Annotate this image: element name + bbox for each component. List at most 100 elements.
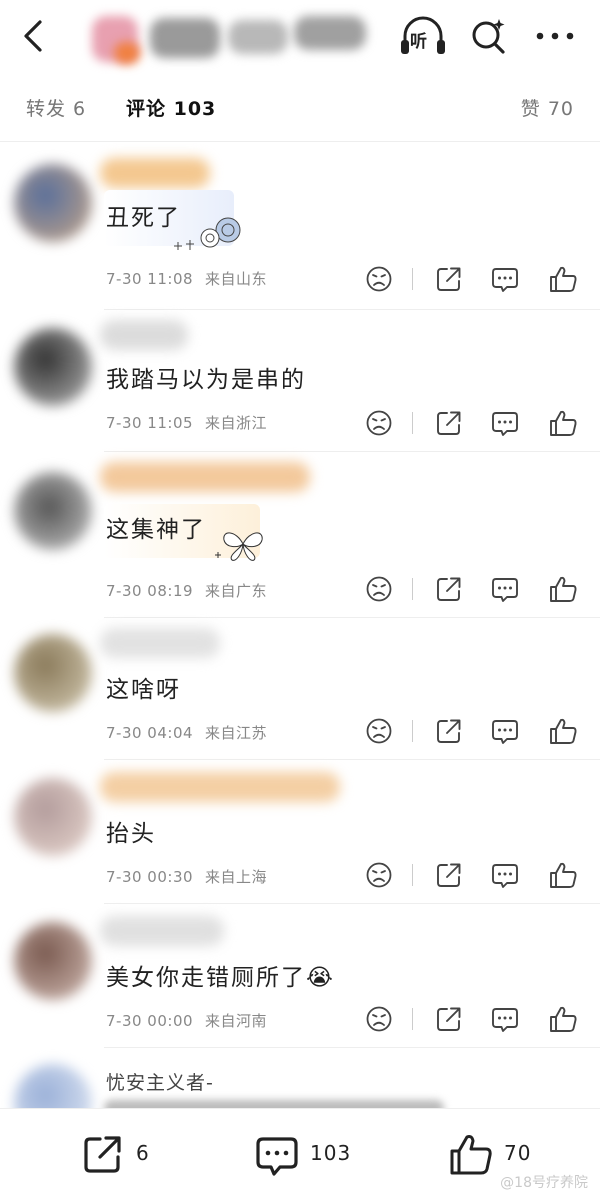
comment-button[interactable]: 103 xyxy=(254,1131,374,1179)
tab-repost[interactable]: 转发 6 xyxy=(26,94,86,121)
comment-meta: 7-30 04:04 来自江苏 xyxy=(106,722,267,743)
reply-button[interactable] xyxy=(490,860,520,890)
thumbs-up-icon xyxy=(550,1006,577,1032)
tab-comment[interactable]: 评论 103 xyxy=(126,94,216,121)
blurred-comment-text xyxy=(104,1100,444,1108)
comment-icon xyxy=(492,412,518,436)
avatar[interactable] xyxy=(14,164,92,242)
comment-location: 来自广东 xyxy=(205,582,268,600)
comment-item: 丑死了 7-30 11:08 来自山东 xyxy=(0,142,600,310)
thumbs-up-icon xyxy=(550,410,577,436)
dislike-button[interactable] xyxy=(364,264,394,294)
blurred-username[interactable] xyxy=(100,916,224,946)
like-button[interactable] xyxy=(548,264,578,294)
more-button[interactable] xyxy=(530,18,580,54)
frown-face-icon xyxy=(366,576,392,602)
bottom-action-bar: 6 103 70 @18号疗养院 xyxy=(0,1108,600,1202)
comment-item: 美女你走错厕所了😭 7-30 00:00 来自河南 xyxy=(0,904,600,1048)
avatar[interactable] xyxy=(14,1064,92,1108)
frown-face-icon xyxy=(366,862,392,888)
comment-item-partial: 忧安主义者- xyxy=(0,1048,600,1108)
like-button[interactable] xyxy=(548,1004,578,1034)
butterfly-sticker-icon xyxy=(215,532,263,561)
share-button[interactable] xyxy=(434,1004,464,1034)
blurred-username[interactable] xyxy=(100,158,210,188)
watermark: @18号疗养院 xyxy=(500,1175,588,1191)
search-icon xyxy=(472,19,505,54)
comment-item: 我踏马以为是串的 7-30 11:05 来自浙江 xyxy=(0,310,600,452)
share-button[interactable] xyxy=(434,860,464,890)
reply-button[interactable] xyxy=(490,264,520,294)
thumbs-up-icon xyxy=(550,266,577,292)
comment-actions xyxy=(362,860,592,892)
reply-button[interactable] xyxy=(490,574,520,604)
comment-location: 来自山东 xyxy=(205,270,268,288)
avatar[interactable] xyxy=(14,922,92,1000)
share-icon xyxy=(437,863,461,887)
like-count: 70 xyxy=(504,1141,532,1165)
like-button[interactable] xyxy=(548,574,578,604)
separator xyxy=(412,720,413,742)
back-button[interactable] xyxy=(18,16,50,56)
comment-meta: 7-30 00:00 来自河南 xyxy=(106,1010,267,1031)
avatar[interactable] xyxy=(14,472,92,550)
share-button[interactable] xyxy=(434,716,464,746)
reply-button[interactable] xyxy=(490,716,520,746)
avatar[interactable] xyxy=(14,328,92,406)
comment-icon xyxy=(492,864,518,888)
frown-face-icon xyxy=(366,266,392,292)
frown-face-icon xyxy=(366,718,392,744)
comment-date: 7-30 00:30 xyxy=(106,868,194,886)
thumbs-up-icon xyxy=(450,1135,492,1175)
comment-actions xyxy=(362,264,592,296)
share-icon xyxy=(437,577,461,601)
comment-location: 来自江苏 xyxy=(205,724,268,742)
comment-icon xyxy=(492,720,518,744)
comment-author[interactable]: 忧安主义者- xyxy=(106,1068,214,1095)
share-button[interactable] xyxy=(434,408,464,438)
comment-meta: 7-30 00:30 来自上海 xyxy=(106,866,267,887)
share-icon xyxy=(437,1007,461,1031)
share-button[interactable] xyxy=(434,574,464,604)
share-icon xyxy=(437,719,461,743)
dislike-button[interactable] xyxy=(364,1004,394,1034)
comment-location: 来自河南 xyxy=(205,1012,268,1030)
comment-text: 美女你走错厕所了😭 xyxy=(106,965,335,991)
blurred-username[interactable] xyxy=(100,462,310,492)
comment-actions xyxy=(362,716,592,748)
frown-face-icon xyxy=(366,410,392,436)
top-bar: 听 xyxy=(0,0,600,72)
dislike-button[interactable] xyxy=(364,716,394,746)
repost-button[interactable]: 6 xyxy=(80,1131,170,1179)
frown-face-icon xyxy=(366,1006,392,1032)
share-icon xyxy=(84,1136,121,1173)
blurred-author-header xyxy=(88,10,378,66)
avatar[interactable] xyxy=(14,778,92,856)
comment-text: 这啥呀 xyxy=(106,677,181,703)
like-button[interactable] xyxy=(548,860,578,890)
blurred-username[interactable] xyxy=(100,320,188,350)
blurred-username[interactable] xyxy=(100,628,220,658)
reply-button[interactable] xyxy=(490,1004,520,1034)
dislike-button[interactable] xyxy=(364,574,394,604)
like-button[interactable] xyxy=(548,408,578,438)
search-button[interactable] xyxy=(466,16,510,56)
comment-item: 这集神了 7-30 08:19 来自广东 xyxy=(0,452,600,618)
separator xyxy=(412,578,413,600)
dislike-button[interactable] xyxy=(364,408,394,438)
blurred-username[interactable] xyxy=(100,772,340,802)
dislike-button[interactable] xyxy=(364,860,394,890)
comment-location: 来自浙江 xyxy=(205,414,268,432)
separator xyxy=(412,864,413,886)
like-button[interactable] xyxy=(548,716,578,746)
comment-meta: 7-30 11:08 来自山东 xyxy=(106,268,267,289)
share-button[interactable] xyxy=(434,264,464,294)
reply-button[interactable] xyxy=(490,408,520,438)
avatar[interactable] xyxy=(14,634,92,712)
comment-date: 7-30 04:04 xyxy=(106,724,194,742)
repost-count: 6 xyxy=(136,1141,150,1165)
tab-like[interactable]: 赞 70 xyxy=(521,94,574,121)
share-icon xyxy=(437,411,461,435)
comment-text: 我踏马以为是串的 xyxy=(106,367,306,393)
listen-button[interactable]: 听 xyxy=(398,14,448,58)
